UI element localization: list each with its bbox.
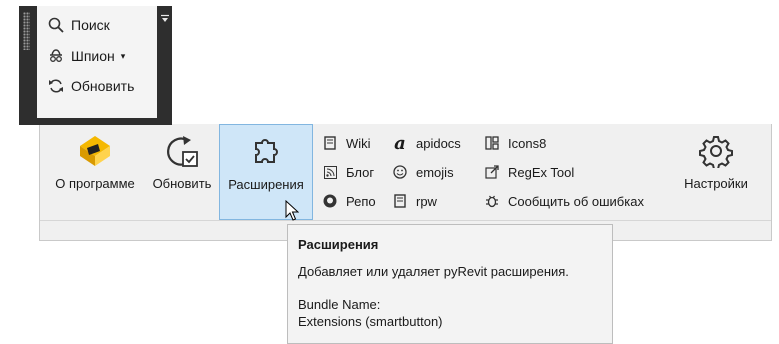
icons8-link[interactable]: Icons8 [484,132,546,154]
blog-link[interactable]: Блог [322,161,374,183]
smiley-icon [392,164,408,180]
wiki-label: Wiki [346,135,371,151]
external-link-icon [484,164,500,180]
icons8-icon [484,135,500,151]
rss-icon [322,164,338,180]
rpw-link[interactable]: rpw [392,190,437,212]
book-icon [322,135,338,151]
settings-button[interactable]: Настройки [675,124,757,220]
apidocs-icon: a [394,132,406,154]
search-icon [47,17,65,33]
report-bugs-link[interactable]: Сообщить об ошибках [484,190,644,212]
tooltip-bundle-value: Extensions (smartbutton) [298,314,443,329]
pyrevit-logo-icon [78,134,112,173]
update-icon [163,134,201,173]
bug-icon [484,193,500,209]
tooltip-bundle-label: Bundle Name: [298,297,381,312]
search-label: Поиск [71,17,110,33]
spy-button[interactable]: Шпион ▾ [47,45,125,67]
update-button[interactable]: Обновить [146,124,218,220]
refresh-label: Обновить [71,78,135,94]
emojis-link[interactable]: emojis [392,161,454,183]
regex-tool-label: RegEx Tool [508,164,575,180]
github-icon [322,193,338,209]
report-bugs-label: Сообщить об ошибках [508,193,644,209]
book-icon [392,193,408,209]
wiki-link[interactable]: Wiki [322,132,371,154]
apidocs-label: apidocs [416,135,461,151]
tooltip-description: Добавляет или удаляет pyRevit расширения… [298,264,569,279]
caret-down-icon[interactable]: ▾ [121,51,126,62]
settings-label: Настройки [684,176,748,191]
update-label: Обновить [152,176,212,191]
puzzle-icon [250,135,282,172]
toolbar-menu-icon[interactable] [160,12,170,22]
repo-link[interactable]: Репо [322,190,376,212]
rpw-label: rpw [416,193,437,209]
refresh-button[interactable]: Обновить [47,75,134,97]
regex-tool-link[interactable]: RegEx Tool [484,161,574,183]
tooltip-title: Расширения [298,237,379,252]
drag-grip[interactable] [23,12,30,50]
repo-label: Репо [346,193,376,209]
gear-icon [699,134,733,171]
apidocs-link[interactable]: a apidocs [392,132,461,154]
mouse-cursor-icon [285,199,300,225]
extensions-label: Расширения [228,177,304,192]
blog-label: Блог [346,164,375,180]
tooltip: Расширения Добавляет или удаляет pyRevit… [287,224,613,344]
icons8-label: Icons8 [508,135,547,151]
refresh-icon [47,78,65,94]
spy-icon [47,49,65,63]
about-button[interactable]: О программе [42,124,148,220]
about-label: О программе [55,176,135,191]
emojis-label: emojis [416,164,454,180]
search-button[interactable]: Поиск [47,14,110,36]
toolbar-body: Поиск Шпион ▾ Обновить [37,6,157,118]
spy-label: Шпион [71,48,115,64]
ribbon-divider [40,220,771,221]
floating-toolbar: Поиск Шпион ▾ Обновить [19,6,172,125]
